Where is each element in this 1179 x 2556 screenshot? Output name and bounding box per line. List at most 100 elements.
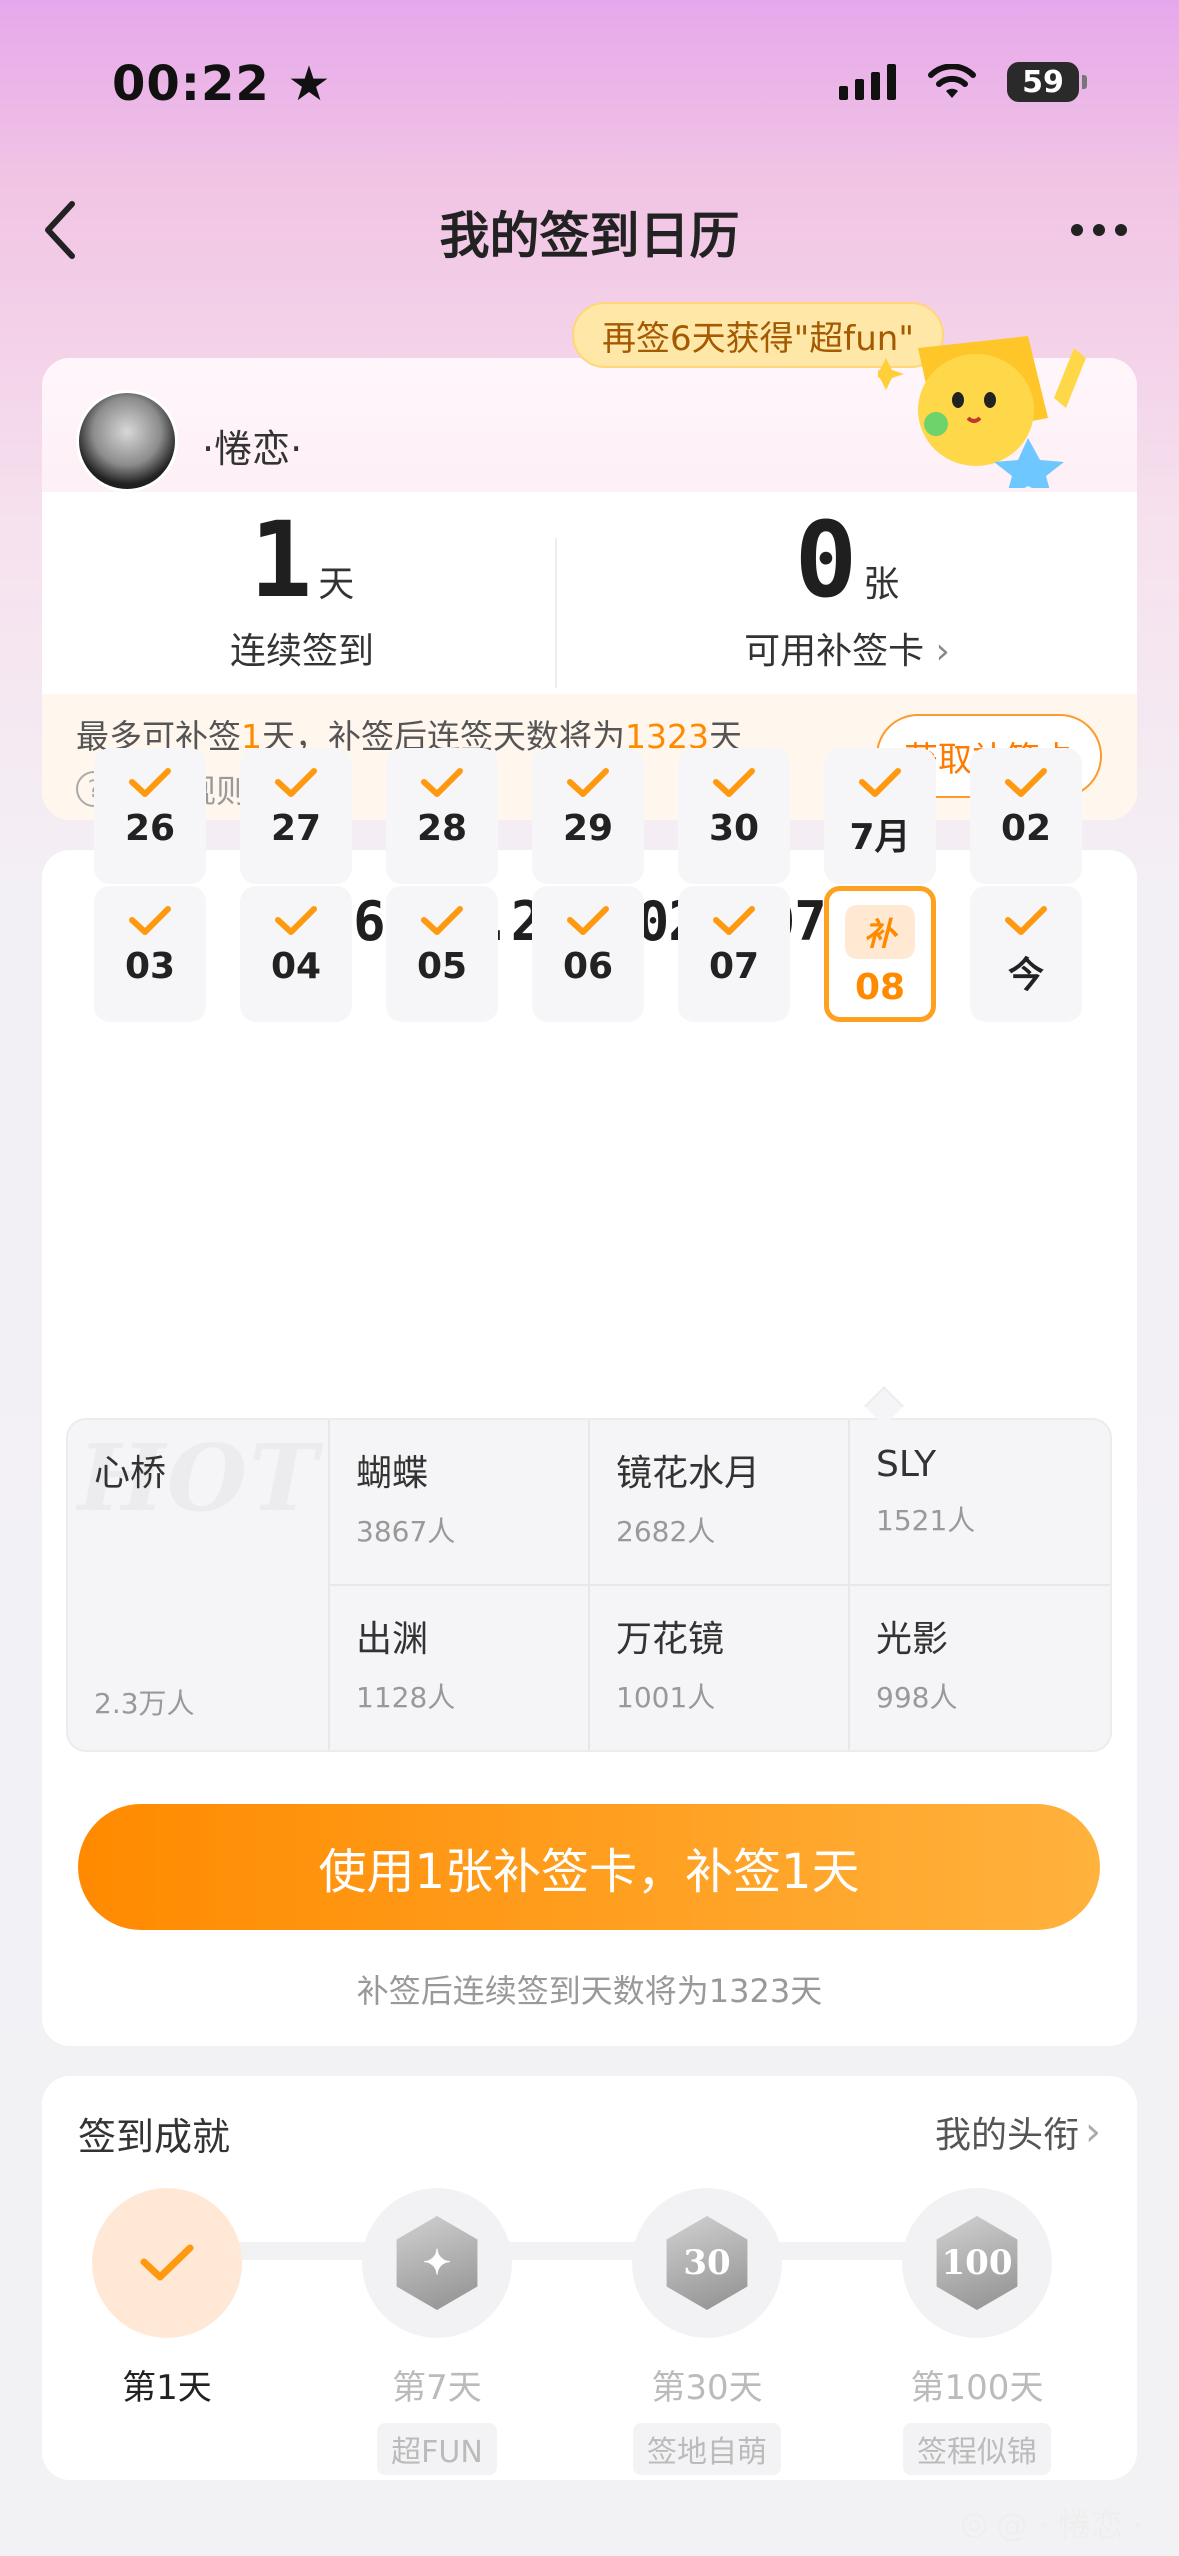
calendar-day[interactable]: 05 — [386, 886, 498, 1022]
check-icon — [1005, 906, 1047, 935]
achievement-tag: 签地自萌 — [633, 2423, 781, 2475]
makeup-cards-stat[interactable]: 0张 可用补签卡 › — [557, 508, 1137, 674]
calendar-day[interactable]: 30 — [678, 748, 790, 884]
rank-count: 1128人 — [356, 1681, 456, 1714]
rank-count: 998人 — [876, 1681, 958, 1714]
cards-label: 可用补签卡 › — [744, 631, 950, 672]
check-icon — [1005, 768, 1047, 797]
rank-item[interactable]: 镜花水月 2682人 — [590, 1420, 850, 1586]
day-label: 03 — [124, 946, 176, 987]
calendar-day[interactable]: 02 — [970, 748, 1082, 884]
cards-unit: 张 — [863, 564, 900, 605]
use-makeup-card-button[interactable]: 使用1张补签卡，补签1天 — [78, 1804, 1100, 1930]
calendar-day[interactable]: 06 — [532, 886, 644, 1022]
page-title: 我的签到日历 — [439, 207, 740, 265]
achievement-item[interactable]: 30 第30天签地自萌 — [607, 2188, 807, 2475]
day-label: 26 — [124, 808, 176, 849]
achievements-card: 签到成就 我的头衔 › 第1天 ✦ 第7天 超FUN 30 第30天 签地自萌 100 第100… — [42, 2076, 1137, 2480]
rank-item[interactable]: 蝴蝶 3867人 — [330, 1420, 590, 1586]
cards-number: 0 — [794, 499, 858, 621]
calendar-day[interactable]: 29 — [532, 748, 644, 884]
rank-name: 镜花水月 — [616, 1453, 761, 1494]
achievement-label: 第100天 — [910, 2368, 1044, 2408]
rank-count: 1521人 — [876, 1504, 976, 1537]
weibo-icon: ◎ — [960, 2504, 989, 2542]
rank-item[interactable]: 出渊 1128人 — [330, 1586, 590, 1750]
achievement-badge: 100 — [902, 2188, 1052, 2338]
makeup-badge: 补 — [845, 905, 915, 959]
achievement-label: 第1天 — [122, 2368, 212, 2408]
my-titles-label: 我的头衔 — [934, 2115, 1079, 2156]
check-icon — [275, 768, 317, 797]
calendar-day[interactable]: 26 — [94, 748, 206, 884]
rank-count: 1001人 — [616, 1681, 716, 1714]
achievement-label: 第30天 — [651, 2368, 763, 2408]
calendar-day[interactable]: 28 — [386, 748, 498, 884]
day-label: 7月 — [849, 817, 911, 858]
medal-icon: ✦ — [396, 2216, 478, 2310]
status-icons: 59 — [839, 62, 1087, 102]
achievements-title: 签到成就 — [78, 2115, 231, 2159]
check-icon — [567, 768, 609, 797]
more-dot — [1071, 224, 1083, 236]
rank-count: 3867人 — [356, 1515, 456, 1548]
day-label: 30 — [708, 808, 760, 849]
star-icon: ★ — [287, 56, 332, 112]
day-label: 06 — [562, 946, 614, 987]
calendar-day[interactable]: 07 — [678, 886, 790, 1022]
rank-name: 光影 — [876, 1619, 949, 1660]
achievement-item[interactable]: 第1天 — [67, 2188, 267, 2409]
rank-item[interactable]: 万花镜 1001人 — [590, 1586, 850, 1750]
streak-unit: 天 — [318, 564, 355, 605]
check-icon — [421, 768, 463, 797]
streak-stat: 1天 连续签到 — [42, 508, 562, 674]
ranking-panel: HOT 心桥 2.3万人 蝴蝶 3867人 镜花水月 2682人 SLY 152… — [66, 1418, 1112, 1752]
check-icon — [129, 768, 171, 797]
rank-name: 心桥 — [94, 1453, 167, 1494]
day-label: 02 — [1000, 808, 1052, 849]
rank-item[interactable]: SLY 1521人 — [850, 1420, 1110, 1586]
achievement-tag: 签程似锦 — [903, 2423, 1051, 2475]
weibo-watermark: ◎ @ · 惓恋 · — [960, 2504, 1143, 2544]
streak-number: 1 — [249, 499, 313, 621]
wifi-icon — [928, 64, 976, 98]
calendar-day[interactable]: 7月 — [824, 748, 936, 884]
calendar-day[interactable]: 03 — [94, 886, 206, 1022]
achievement-item[interactable]: 100 第100天签程似锦 — [877, 2188, 1077, 2475]
check-icon — [859, 768, 901, 797]
day-label: 28 — [416, 808, 468, 849]
use-makeup-note: 补签后连续签到天数将为1323天 — [356, 1972, 823, 2010]
check-icon — [713, 906, 755, 935]
calendar-day[interactable]: 补 08 — [824, 886, 936, 1022]
rank-name: 出渊 — [356, 1619, 429, 1660]
calendar-day[interactable]: 今 — [970, 886, 1082, 1022]
achievement-label: 第7天 — [392, 2368, 482, 2408]
my-titles-link[interactable]: 我的头衔 › — [935, 2106, 1101, 2158]
day-label: 05 — [416, 946, 468, 987]
day-label: 27 — [270, 808, 322, 849]
rank-item[interactable]: 光影 998人 — [850, 1586, 1110, 1750]
status-time: 00:22 ★ — [112, 56, 332, 112]
day-label: 07 — [708, 946, 760, 987]
check-icon — [140, 2244, 194, 2281]
avatar[interactable] — [76, 390, 178, 492]
day-label: 08 — [854, 967, 906, 1008]
medal-icon: 100 — [936, 2216, 1018, 2310]
rank-count: 2.3万人 — [94, 1687, 195, 1720]
achievement-item[interactable]: ✦ 第7天 超FUN — [337, 2188, 537, 2475]
check-icon — [567, 906, 609, 935]
streak-label: 连续签到 — [229, 631, 374, 672]
rank-name: 蝴蝶 — [356, 1453, 429, 1494]
hot-rank-cell[interactable]: HOT 心桥 2.3万人 — [68, 1420, 330, 1750]
calendar-day[interactable]: 04 — [240, 886, 352, 1022]
day-label: 29 — [562, 808, 614, 849]
rank-name: SLY — [876, 1444, 937, 1485]
check-icon — [129, 906, 171, 935]
more-button[interactable] — [1059, 210, 1139, 250]
more-dot — [1093, 224, 1105, 236]
achievement-badge: 30 — [632, 2188, 782, 2338]
calendar-day[interactable]: 27 — [240, 748, 352, 884]
achievement-badge: ✦ — [362, 2188, 512, 2338]
check-icon — [421, 906, 463, 935]
chevron-right-icon: › — [935, 631, 950, 672]
